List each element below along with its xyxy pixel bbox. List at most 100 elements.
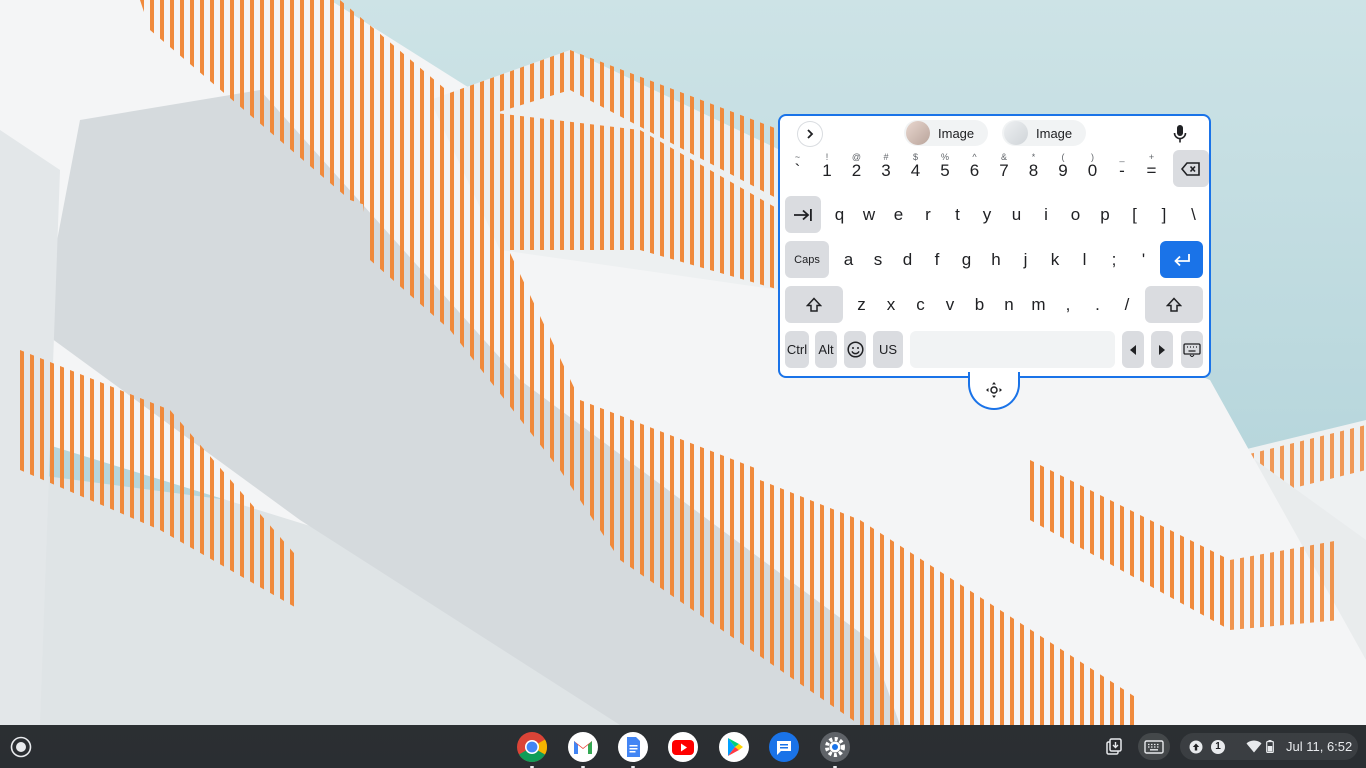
launcher-button[interactable] bbox=[8, 734, 33, 759]
key-y[interactable]: y bbox=[974, 196, 1000, 233]
key-2[interactable]: @2 bbox=[844, 150, 869, 187]
key-w[interactable]: w bbox=[856, 196, 882, 233]
play-store-app[interactable] bbox=[718, 731, 750, 763]
key-label: v bbox=[945, 294, 955, 314]
key-p[interactable]: p bbox=[1092, 196, 1118, 233]
gmail-app[interactable] bbox=[567, 731, 599, 768]
key-j[interactable]: j bbox=[1013, 241, 1038, 278]
key-label: r bbox=[925, 204, 931, 224]
key-f[interactable]: f bbox=[924, 241, 950, 278]
key-'[interactable]: ' bbox=[1131, 241, 1156, 278]
key-label: 6 bbox=[969, 160, 980, 180]
suggestion-label: Image bbox=[1036, 125, 1073, 141]
key-x[interactable]: x bbox=[878, 286, 904, 323]
key--[interactable]: _ - bbox=[1109, 150, 1135, 187]
key-0[interactable]: ) 0 bbox=[1080, 150, 1105, 187]
emoji-key[interactable] bbox=[844, 331, 866, 368]
key-\[interactable]: \ bbox=[1181, 196, 1206, 233]
key-1[interactable]: ! 1 bbox=[814, 150, 840, 187]
key-o[interactable]: o bbox=[1063, 196, 1088, 233]
key-4[interactable]: $4 bbox=[903, 150, 928, 187]
key-label: h bbox=[991, 249, 1001, 269]
key-z[interactable]: z bbox=[849, 286, 874, 323]
arrow-left-key[interactable] bbox=[1122, 331, 1144, 368]
shelf: 1 Jul 11, 6:52 bbox=[0, 725, 1366, 768]
arrow-right-key[interactable] bbox=[1151, 331, 1173, 368]
key-6[interactable]: ^ 6 bbox=[962, 150, 987, 187]
hide-keyboard-key[interactable] bbox=[1181, 331, 1203, 368]
ctrl-key[interactable]: Ctrl bbox=[785, 331, 809, 368]
clipboard-suggestion-image-2[interactable]: Image bbox=[1002, 120, 1087, 146]
youtube-app[interactable] bbox=[667, 731, 699, 763]
key-7[interactable]: & 7 bbox=[991, 150, 1017, 187]
key-h[interactable]: h bbox=[983, 241, 1009, 278]
enter-key[interactable] bbox=[1160, 241, 1203, 278]
left-shift-key[interactable] bbox=[785, 286, 843, 323]
key-shift-label: & bbox=[1000, 152, 1007, 162]
key-[[interactable]: [ bbox=[1122, 196, 1147, 233]
clipboard-suggestion-image-1[interactable]: Image bbox=[904, 120, 989, 146]
key-v[interactable]: v bbox=[937, 286, 963, 323]
key-a[interactable]: a bbox=[836, 241, 861, 278]
key-5[interactable]: % 5 bbox=[932, 150, 958, 187]
microphone-icon[interactable] bbox=[1171, 123, 1189, 145]
language-key[interactable]: US bbox=[873, 331, 903, 368]
settings-app[interactable] bbox=[819, 731, 851, 768]
backspace-key[interactable] bbox=[1172, 150, 1209, 187]
image-thumbnail bbox=[906, 121, 930, 145]
status-area[interactable]: 1 Jul 11, 6:52 bbox=[1180, 733, 1358, 760]
key-label: b bbox=[974, 294, 985, 314]
messages-app[interactable] bbox=[768, 731, 800, 763]
virtual-keyboard: Image Image ~ `! 1 @2 #3 $4% 5 ^ 6 & 7 * 8(9) 0 _ - + = q w… bbox=[778, 114, 1211, 378]
key-e[interactable]: e bbox=[886, 196, 911, 233]
key-l[interactable]: l bbox=[1072, 241, 1097, 278]
key-shift-label: % bbox=[940, 152, 949, 162]
key-q[interactable]: q bbox=[827, 196, 852, 233]
key-shift-label: ) bbox=[1091, 152, 1094, 162]
caps-lock-key[interactable]: Caps bbox=[785, 241, 829, 278]
key-label: o bbox=[1070, 204, 1081, 224]
key-d[interactable]: d bbox=[895, 241, 920, 278]
key-label: [ bbox=[1132, 204, 1137, 224]
key-label: Caps bbox=[794, 253, 820, 266]
suggestion-bar: Image Image bbox=[780, 116, 1209, 150]
key-label: c bbox=[916, 294, 925, 314]
key-label: 0 bbox=[1087, 160, 1098, 180]
key-8[interactable]: * 8 bbox=[1021, 150, 1046, 187]
space-bar[interactable] bbox=[910, 331, 1115, 368]
key-`[interactable]: ~ ` bbox=[785, 150, 810, 187]
alt-key[interactable]: Alt bbox=[815, 331, 837, 368]
key-i[interactable]: i bbox=[1033, 196, 1059, 233]
expand-button[interactable] bbox=[798, 122, 822, 146]
key-t[interactable]: t bbox=[945, 196, 970, 233]
tab-key[interactable] bbox=[785, 196, 821, 233]
key-;[interactable]: ; bbox=[1101, 241, 1127, 278]
key-r[interactable]: r bbox=[915, 196, 941, 233]
key-s[interactable]: s bbox=[865, 241, 891, 278]
key-c[interactable]: c bbox=[908, 286, 933, 323]
docs-app[interactable] bbox=[617, 731, 649, 768]
backspace-icon bbox=[1180, 161, 1200, 176]
key-/[interactable]: / bbox=[1114, 286, 1140, 323]
key-label: q bbox=[834, 204, 845, 224]
clipboard-history-button[interactable] bbox=[1100, 733, 1128, 760]
key-9[interactable]: (9 bbox=[1050, 150, 1076, 187]
chrome-app[interactable] bbox=[516, 731, 548, 768]
key-m[interactable]: m bbox=[1026, 286, 1051, 323]
key-n[interactable]: n bbox=[996, 286, 1022, 323]
key-b[interactable]: b bbox=[967, 286, 992, 323]
key-][interactable]: ] bbox=[1151, 196, 1177, 233]
key-label: n bbox=[1004, 294, 1014, 314]
key-3[interactable]: #3 bbox=[873, 150, 899, 187]
virtual-keyboard-button[interactable] bbox=[1138, 733, 1170, 760]
key-,[interactable]: , bbox=[1055, 286, 1081, 323]
key-.[interactable]: . bbox=[1085, 286, 1110, 323]
key-label: m bbox=[1031, 294, 1046, 314]
key-g[interactable]: g bbox=[954, 241, 979, 278]
key-label: 8 bbox=[1028, 160, 1039, 180]
key-k[interactable]: k bbox=[1042, 241, 1068, 278]
key-=[interactable]: + = bbox=[1139, 150, 1164, 187]
key-label: \ bbox=[1191, 204, 1196, 224]
key-u[interactable]: u bbox=[1004, 196, 1029, 233]
right-shift-key[interactable] bbox=[1145, 286, 1203, 323]
